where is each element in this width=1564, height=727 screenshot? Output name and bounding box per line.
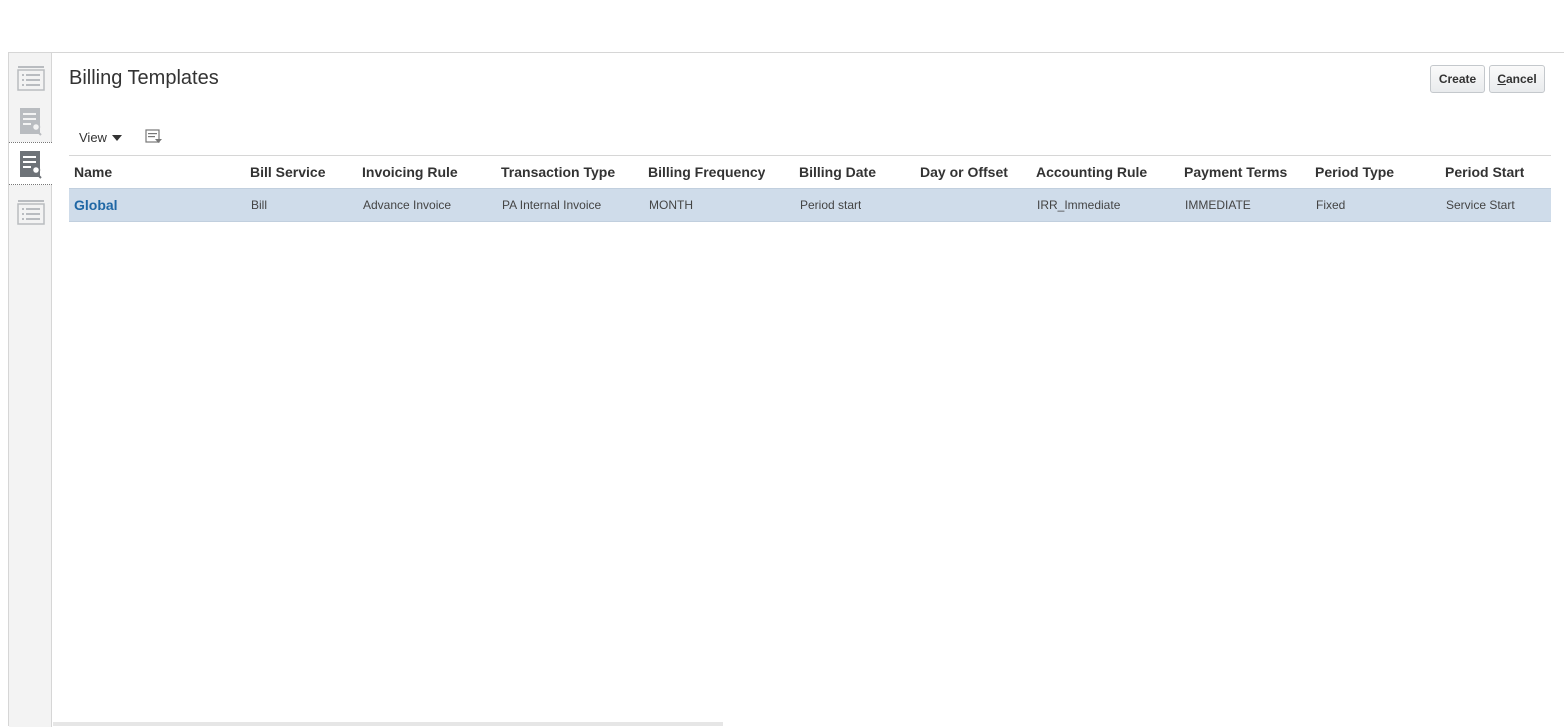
app-frame: Billing Templates Create Cancel View Nam… xyxy=(8,52,1564,727)
cell-period-type: Fixed xyxy=(1316,198,1346,212)
column-header-period-start[interactable]: Period Start xyxy=(1445,156,1524,188)
column-header-payment-terms[interactable]: Payment Terms xyxy=(1184,156,1287,188)
view-menu-label: View xyxy=(79,130,107,145)
cell-billing-date: Period start xyxy=(800,198,862,212)
view-menu[interactable]: View xyxy=(79,130,122,145)
billing-templates-table: Name Bill Service Invoicing Rule Transac… xyxy=(69,155,1551,222)
cancel-label-rest: ancel xyxy=(1506,72,1537,86)
column-header-period-type[interactable]: Period Type xyxy=(1315,156,1394,188)
template-name-link[interactable]: Global xyxy=(74,189,118,221)
column-header-billing-date[interactable]: Billing Date xyxy=(799,156,876,188)
caret-down-icon xyxy=(111,134,122,141)
page-title: Billing Templates xyxy=(69,67,219,89)
create-button[interactable]: Create xyxy=(1430,65,1485,93)
horizontal-scrollbar[interactable] xyxy=(53,722,723,726)
column-header-day-or-offset[interactable]: Day or Offset xyxy=(920,156,1008,188)
column-header-name[interactable]: Name xyxy=(74,156,112,188)
side-rail xyxy=(9,53,52,727)
cell-transaction-type: PA Internal Invoice xyxy=(502,198,602,212)
edit-list-icon-active[interactable] xyxy=(9,142,52,185)
main-content: Billing Templates Create Cancel View Nam… xyxy=(53,53,1564,726)
column-header-bill-service[interactable]: Bill Service xyxy=(250,156,326,188)
column-header-accounting-rule[interactable]: Accounting Rule xyxy=(1036,156,1147,188)
column-header-invoicing-rule[interactable]: Invoicing Rule xyxy=(362,156,458,188)
cell-accounting-rule: IRR_Immediate xyxy=(1037,198,1121,212)
table-row[interactable]: Global Bill Advance Invoice PA Internal … xyxy=(69,188,1551,222)
column-header-billing-frequency[interactable]: Billing Frequency xyxy=(648,156,765,188)
freeze-columns-icon[interactable] xyxy=(145,129,163,145)
cell-invoicing-rule: Advance Invoice xyxy=(363,198,452,212)
cell-payment-terms: IMMEDIATE xyxy=(1185,198,1251,212)
list-icon[interactable] xyxy=(9,55,52,98)
edit-list-icon[interactable] xyxy=(9,99,52,142)
cell-period-start: Service Start xyxy=(1446,198,1515,212)
cell-billing-frequency: MONTH xyxy=(649,198,693,212)
list-icon[interactable] xyxy=(9,189,52,232)
table-header-row: Name Bill Service Invoicing Rule Transac… xyxy=(69,156,1551,188)
cell-bill-service: Bill xyxy=(251,198,268,212)
cancel-button[interactable]: Cancel xyxy=(1489,65,1545,93)
column-header-transaction-type[interactable]: Transaction Type xyxy=(501,156,615,188)
cancel-access-key: C xyxy=(1497,72,1506,86)
